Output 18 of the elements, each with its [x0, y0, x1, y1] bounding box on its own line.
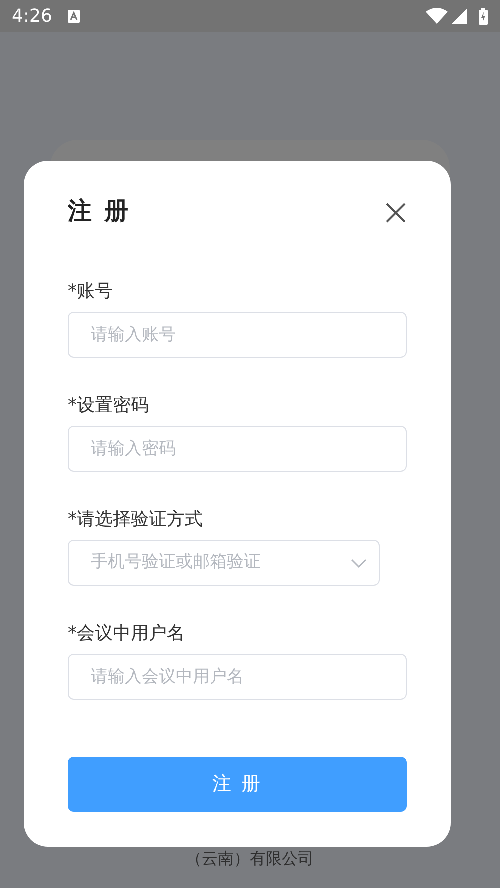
keyboard-icon	[68, 10, 80, 22]
close-icon	[385, 202, 407, 224]
field-label: *账号	[68, 281, 114, 302]
company-name: （云南）有限公司	[186, 849, 314, 868]
select-field[interactable]: 手机号验证或邮箱验证	[68, 540, 380, 586]
register-button[interactable]: 注 册	[68, 757, 407, 812]
signal-icon	[452, 8, 467, 24]
battery-icon	[479, 8, 488, 24]
field-label: *请选择验证方式	[68, 509, 204, 530]
input-field[interactable]: 请输入账号	[68, 312, 407, 358]
dialog-title: 注 册	[68, 196, 130, 227]
input-field[interactable]: 请输入会议中用户名	[68, 654, 407, 700]
input-field[interactable]: 请输入密码	[68, 426, 407, 472]
field-label: *设置密码	[68, 395, 150, 416]
status-time: 4:26	[12, 4, 52, 28]
wifi-icon	[426, 8, 448, 24]
field-label: *会议中用户名	[68, 623, 186, 644]
chevron-down-icon	[351, 558, 367, 568]
